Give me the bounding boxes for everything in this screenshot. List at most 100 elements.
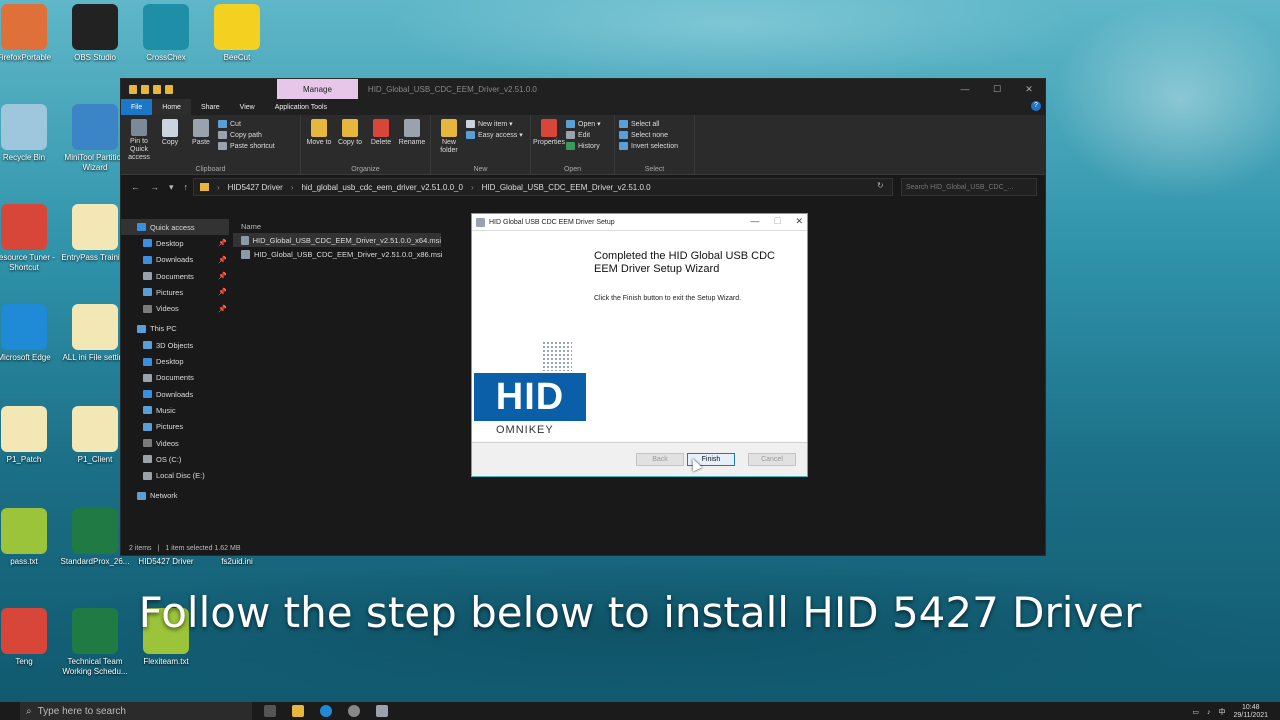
copy-to-button[interactable]: Copy to — [336, 119, 364, 162]
nav-item[interactable]: Pictures 📌 — [121, 284, 229, 300]
easy-access-button[interactable]: Easy access ▾ — [466, 131, 523, 139]
folder-icon[interactable] — [165, 84, 173, 94]
forward-arrow-icon[interactable]: → — [150, 182, 159, 193]
nav-item-icon — [143, 357, 152, 366]
desktop-icon[interactable]: OBS Studio — [57, 4, 133, 63]
copy-button[interactable]: Copy — [156, 119, 184, 162]
volume-icon[interactable]: ♪ — [1207, 709, 1211, 716]
file-row[interactable]: HID_Global_USB_CDC_EEM_Driver_v2.51.0.0_… — [233, 233, 441, 247]
new-item-button[interactable]: New item ▾ — [466, 120, 523, 128]
minimize-button[interactable]: — — [949, 79, 981, 99]
desktop-icon[interactable]: CrossChex — [128, 4, 204, 63]
language-indicator[interactable]: 中 — [1218, 707, 1225, 717]
desktop-icon[interactable]: Resource Tuner - Shortcut — [0, 204, 62, 273]
move-to-button[interactable]: Move to — [305, 119, 333, 162]
breadcrumb-item[interactable]: hid_global_usb_cdc_eem_driver_v2.51.0.0_… — [301, 183, 462, 192]
breadcrumb-item[interactable]: HID_Global_USB_CDC_EEM_Driver_v2.51.0.0 — [482, 183, 651, 192]
nav-item[interactable]: Documents 📌 — [121, 268, 229, 284]
quick-access-toolbar[interactable] — [121, 84, 277, 94]
nav-item[interactable]: Downloads 📌 — [121, 252, 229, 268]
clock[interactable]: 10:48 29/11/2021 — [1233, 704, 1268, 720]
nav-item[interactable]: 3D Objects — [121, 337, 229, 353]
back-arrow-icon[interactable]: ← — [131, 182, 140, 193]
folder-icon[interactable] — [129, 84, 137, 94]
desktop-icon[interactable]: FirefoxPortable — [0, 4, 62, 63]
nav-item[interactable]: OS (C:) — [121, 451, 229, 467]
tab-home[interactable]: Home — [152, 99, 191, 115]
taskbar-search[interactable]: ⌕ Type here to search — [20, 702, 252, 720]
history-button[interactable]: History — [566, 142, 601, 150]
desktop-icon[interactable]: Recycle Bin — [0, 104, 62, 163]
maximize-button[interactable]: ☐ — [981, 79, 1013, 99]
group-clipboard: Pin to Quick access Copy Paste Cut Copy … — [121, 115, 301, 174]
tab-share[interactable]: Share — [191, 99, 230, 115]
edit-label: Edit — [578, 131, 591, 139]
pin-to-quick-access-button[interactable]: Pin to Quick access — [125, 119, 153, 162]
rename-button[interactable]: Rename — [398, 119, 426, 162]
desktop-icon[interactable]: pass.txt — [0, 508, 62, 567]
nav-item[interactable]: Desktop — [121, 353, 229, 369]
nav-item[interactable]: Videos — [121, 435, 229, 451]
maximize-button[interactable]: ☐ — [773, 216, 781, 227]
desktop-icon[interactable]: BeeCut — [199, 4, 275, 63]
copy-path-button[interactable]: Copy path — [218, 131, 275, 139]
nav-item[interactable]: Local Disc (E:) — [121, 467, 229, 483]
properties-icon[interactable] — [141, 84, 149, 94]
close-button[interactable]: ✕ — [795, 216, 803, 227]
properties-button[interactable]: Properties — [533, 119, 565, 162]
nav-item[interactable]: This PC — [121, 321, 229, 337]
file-explorer-icon[interactable] — [292, 705, 304, 717]
desktop-icon-label: Microsoft Edge — [0, 353, 51, 362]
recent-locations-icon[interactable]: ▾ — [169, 182, 174, 193]
up-arrow-icon[interactable]: ↑ — [184, 182, 189, 193]
new-folder-button[interactable]: New folder — [435, 119, 463, 162]
copy-path-icon — [218, 131, 227, 139]
selection-info: 1 item selected 1.62 MB — [165, 544, 241, 552]
network-icon[interactable]: ▭ — [1192, 708, 1199, 716]
delete-button[interactable]: Delete — [367, 119, 395, 162]
cut-button[interactable]: Cut — [218, 120, 275, 128]
nav-item[interactable]: Music — [121, 402, 229, 418]
new-folder-icon[interactable] — [153, 84, 161, 94]
desktop-icon[interactable]: Microsoft Edge — [0, 304, 62, 363]
help-icon[interactable]: ? — [1031, 101, 1041, 111]
tab-manage[interactable]: Manage — [277, 79, 358, 99]
search-input[interactable]: Search HID_Global_USB_CDC_... — [901, 178, 1037, 196]
desktop-icon-label: FirefoxPortable — [0, 53, 52, 62]
select-all-button[interactable]: Select all — [619, 120, 678, 128]
app-icon — [72, 104, 118, 150]
nav-item[interactable]: Documents — [121, 370, 229, 386]
desktop-icon[interactable]: P1_Patch — [0, 406, 62, 465]
open-button[interactable]: Open ▾ — [566, 120, 601, 128]
nav-item[interactable]: Pictures — [121, 419, 229, 435]
paste-button[interactable]: Paste — [187, 119, 215, 162]
task-view-icon[interactable] — [264, 705, 276, 717]
edge-icon[interactable] — [320, 705, 332, 717]
edit-button[interactable]: Edit — [566, 131, 601, 139]
nav-item[interactable]: Desktop 📌 — [121, 235, 229, 251]
nav-item-icon — [137, 223, 146, 232]
select-none-button[interactable]: Select none — [619, 131, 678, 139]
nav-item[interactable]: Quick access — [121, 219, 229, 236]
tab-view[interactable]: View — [230, 99, 265, 115]
refresh-icon[interactable]: ↻ — [877, 181, 884, 190]
group-select: Select all Select none Invert selection … — [615, 115, 695, 174]
nav-item[interactable]: Network — [121, 488, 229, 504]
invert-selection-button[interactable]: Invert selection — [619, 142, 678, 150]
close-button[interactable]: ✕ — [1013, 79, 1045, 99]
installer-icon[interactable] — [376, 705, 388, 717]
nav-item[interactable]: Videos 📌 — [121, 300, 229, 316]
tab-application-tools[interactable]: Application Tools — [265, 99, 337, 115]
tab-file[interactable]: File — [121, 99, 153, 115]
cancel-button[interactable]: Cancel — [748, 453, 796, 466]
breadcrumb-item[interactable]: HID5427 Driver — [228, 183, 283, 192]
desktop-icon-label: Recycle Bin — [2, 153, 46, 162]
invert-selection-icon — [619, 142, 628, 150]
address-bar[interactable]: › HID5427 Driver › hid_global_usb_cdc_ee… — [193, 178, 893, 196]
paste-shortcut-button[interactable]: Paste shortcut — [218, 142, 275, 150]
nav-item[interactable]: Downloads — [121, 386, 229, 402]
minimize-button[interactable]: — — [750, 216, 759, 227]
group-organize: Move to Copy to Delete Rename Organize — [301, 115, 431, 174]
back-button[interactable]: Back — [636, 453, 684, 466]
obs-icon[interactable] — [348, 705, 360, 717]
